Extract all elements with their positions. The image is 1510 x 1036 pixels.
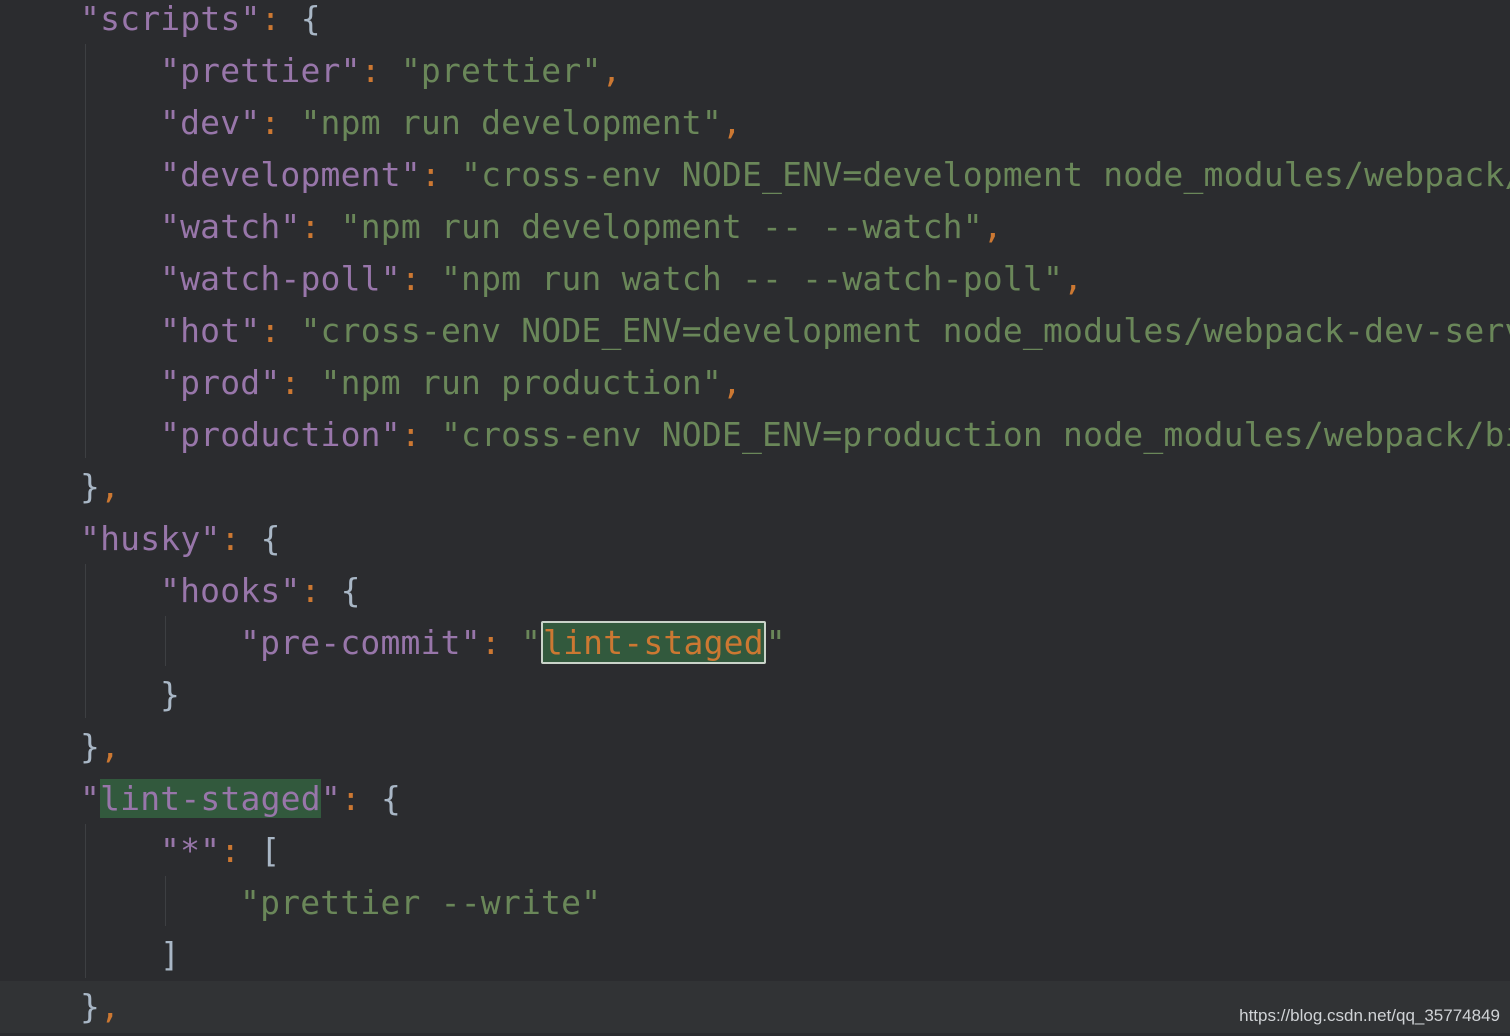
json-punctuation: : [340,779,361,818]
json-key: "dev" [160,103,261,142]
code-line[interactable]: "scripts": { [0,0,1510,45]
json-string: "cross-env NODE_ENV=development node_mod… [280,311,1510,350]
code-line[interactable]: "production": "cross-env NODE_ENV=produc… [0,409,1510,461]
json-punctuation: { [360,779,402,818]
json-punctuation: { [240,519,281,558]
search-match-highlight: lint-staged [100,779,321,818]
code-line[interactable]: "watch-poll": "npm run watch -- --watch-… [0,253,1510,305]
code-line[interactable]: "dev": "npm run development", [0,97,1510,149]
json-punctuation: : [260,0,281,38]
json-punctuation: : [220,519,241,558]
json-string: "npm run development -- --watch" [320,207,983,246]
json-string: " [500,623,542,662]
json-punctuation: : [300,571,321,610]
json-punctuation: ] [160,935,181,974]
code-line[interactable]: }, [0,461,1510,513]
code-line[interactable]: "hot": "cross-env NODE_ENV=development n… [0,305,1510,357]
json-punctuation: : [260,311,281,350]
json-punctuation: : [260,103,281,142]
code-line[interactable]: } [0,669,1510,721]
json-key: "prod" [160,363,281,402]
json-key: "*" [160,831,221,870]
json-key: "production" [160,415,401,454]
json-key: "prettier" [160,51,361,90]
json-punctuation: , [982,207,1003,246]
json-punctuation: , [100,987,121,1026]
json-key: "husky" [80,519,221,558]
json-punctuation: { [280,0,321,38]
code-area[interactable]: "scripts": {"prettier": "prettier", "dev"… [0,0,1510,1033]
code-line[interactable]: "lint-staged": { [0,773,1510,825]
json-string: "prettier" [380,51,602,90]
json-string: "npm run development" [280,103,722,142]
code-line[interactable]: "development": "cross-env NODE_ENV=devel… [0,149,1510,201]
json-punctuation: , [100,727,121,766]
json-string: "cross-env NODE_ENV=production node_modu… [420,415,1510,454]
json-key: "scripts" [80,0,261,38]
json-punctuation: [ [240,831,281,870]
code-line[interactable]: "pre-commit": "lint-staged" [0,617,1510,669]
json-punctuation: : [400,259,421,298]
json-key: "watch" [160,207,301,246]
json-punctuation: , [601,51,622,90]
json-punctuation: : [360,51,381,90]
json-string: "npm run watch -- --watch-poll" [420,259,1064,298]
json-punctuation: , [100,467,121,506]
json-punctuation: : [400,415,421,454]
json-key: " [80,779,101,818]
code-line[interactable]: "*": [ [0,825,1510,877]
code-line[interactable]: "prettier --write" [0,877,1510,929]
json-punctuation: } [80,467,101,506]
json-punctuation: } [80,727,101,766]
json-punctuation: , [721,363,742,402]
json-punctuation: : [480,623,501,662]
json-punctuation: { [320,571,361,610]
code-line[interactable]: "hooks": { [0,565,1510,617]
code-line[interactable]: "watch": "npm run development -- --watch… [0,201,1510,253]
code-editor[interactable]: "scripts": {"prettier": "prettier", "dev"… [0,0,1510,1036]
watermark-url: https://blog.csdn.net/qq_35774849 [1239,1006,1500,1025]
json-key: "watch-poll" [160,259,401,298]
json-punctuation: , [1063,259,1084,298]
json-punctuation: } [160,675,181,714]
json-string: "prettier --write" [240,883,602,922]
code-line[interactable]: "husky": { [0,513,1510,565]
json-key: "hooks" [160,571,301,610]
json-string: "npm run production" [300,363,722,402]
code-line[interactable]: ] [0,929,1510,981]
json-punctuation: } [80,987,101,1026]
json-key: "hot" [160,311,261,350]
code-line[interactable]: }, [0,721,1510,773]
json-string: "cross-env NODE_ENV=development node_mod… [440,155,1510,194]
json-key: "pre-commit" [240,623,481,662]
code-line[interactable]: "prod": "npm run production", [0,357,1510,409]
json-punctuation: : [300,207,321,246]
json-punctuation: : [280,363,301,402]
json-punctuation: : [220,831,241,870]
code-line[interactable]: "prettier": "prettier", [0,45,1510,97]
json-punctuation: : [420,155,441,194]
json-key: " [320,779,341,818]
json-punctuation: , [721,103,742,142]
json-string: " [765,623,786,662]
search-match-highlight: lint-staged [541,621,766,664]
json-key: "development" [160,155,421,194]
